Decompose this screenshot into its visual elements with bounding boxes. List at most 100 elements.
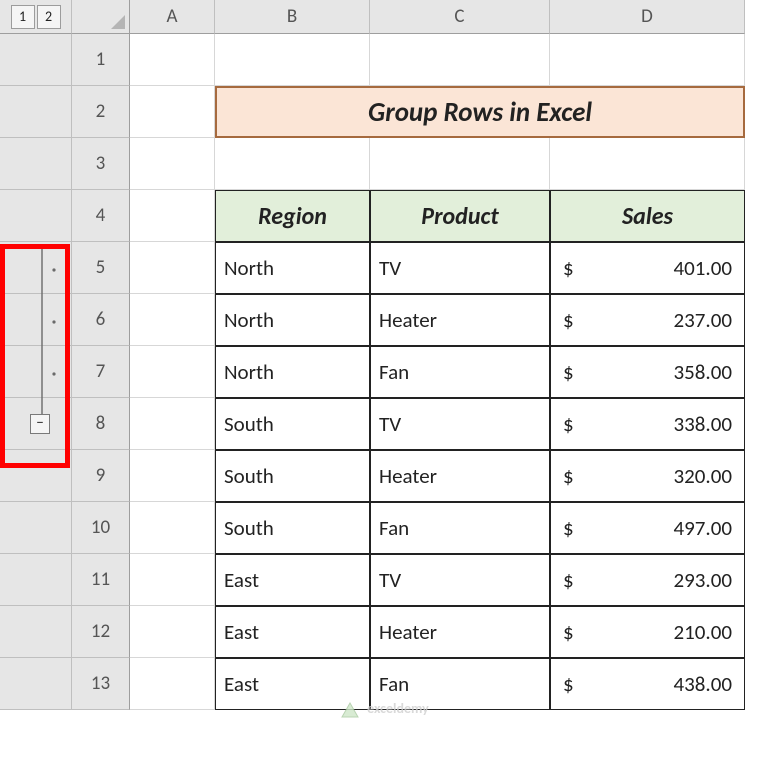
row-header-9[interactable]: 9 [72,450,130,502]
table-cell-product[interactable]: TV [370,398,550,450]
watermark-text: exceldemy [367,700,429,717]
outline-level-header: 1 2 [0,0,72,34]
table-cell-sales[interactable]: $210.00 [550,606,745,658]
table-cell-product[interactable]: Fan [370,346,550,398]
table-cell-sales[interactable]: $320.00 [550,450,745,502]
sales-value: 401.00 [673,255,732,281]
column-header-B[interactable]: B [215,0,370,34]
column-header-A[interactable]: A [130,0,215,34]
cell-D3[interactable] [550,138,745,190]
cell-C3[interactable] [370,138,550,190]
row-header-5[interactable]: 5 [72,242,130,294]
outline-gutter [0,190,72,242]
row-header-11[interactable]: 11 [72,554,130,606]
cell-A9[interactable] [130,450,215,502]
table-cell-product[interactable]: Heater [370,606,550,658]
cell-A4[interactable] [130,190,215,242]
currency-symbol: $ [563,255,574,281]
cell-A10[interactable] [130,502,215,554]
row-header-1[interactable]: 1 [72,34,130,86]
group-collapse-button[interactable]: − [30,414,50,434]
cell-B1[interactable] [215,34,370,86]
sales-value: 320.00 [673,463,732,489]
table-cell-region[interactable]: North [215,294,370,346]
cell-A5[interactable] [130,242,215,294]
sales-value: 210.00 [673,619,732,645]
cell-A12[interactable] [130,606,215,658]
table-cell-sales[interactable]: $401.00 [550,242,745,294]
cell-A3[interactable] [130,138,215,190]
table-header-region[interactable]: Region [215,190,370,242]
title-cell[interactable]: Group Rows in Excel [215,86,745,138]
table-cell-region[interactable]: South [215,450,370,502]
currency-symbol: $ [563,463,574,489]
cell-A1[interactable] [130,34,215,86]
row-header-2[interactable]: 2 [72,86,130,138]
table-cell-region[interactable]: North [215,346,370,398]
table-cell-product[interactable]: Fan [370,502,550,554]
sales-value: 497.00 [673,515,732,541]
row-header-8[interactable]: 8 [72,398,130,450]
outline-gutter [0,346,72,398]
outline-gutter [0,138,72,190]
outline-gutter [0,658,72,710]
table-cell-product[interactable]: Heater [370,450,550,502]
row-header-12[interactable]: 12 [72,606,130,658]
sales-value: 338.00 [673,411,732,437]
outline-gutter [0,242,72,294]
outline-gutter [0,450,72,502]
cell-A6[interactable] [130,294,215,346]
row-header-4[interactable]: 4 [72,190,130,242]
currency-symbol: $ [563,359,574,385]
table-cell-region[interactable]: North [215,242,370,294]
table-cell-product[interactable]: TV [370,554,550,606]
column-header-D[interactable]: D [550,0,745,34]
table-cell-sales[interactable]: $237.00 [550,294,745,346]
cell-A8[interactable] [130,398,215,450]
row-header-7[interactable]: 7 [72,346,130,398]
currency-symbol: $ [563,515,574,541]
currency-symbol: $ [563,411,574,437]
watermark-logo-icon [340,701,360,719]
table-cell-region[interactable]: East [215,606,370,658]
outline-gutter [0,606,72,658]
table-cell-sales[interactable]: $338.00 [550,398,745,450]
watermark: exceldemy [340,700,429,719]
currency-symbol: $ [563,671,574,697]
table-cell-sales[interactable]: $497.00 [550,502,745,554]
row-header-6[interactable]: 6 [72,294,130,346]
outline-gutter [0,86,72,138]
select-all-button[interactable] [72,0,130,34]
cell-C1[interactable] [370,34,550,86]
table-header-product[interactable]: Product [370,190,550,242]
outline-level-2-button[interactable]: 2 [37,5,61,29]
cell-A11[interactable] [130,554,215,606]
cell-B3[interactable] [215,138,370,190]
row-header-3[interactable]: 3 [72,138,130,190]
table-cell-sales[interactable]: $358.00 [550,346,745,398]
table-cell-product[interactable]: TV [370,242,550,294]
currency-symbol: $ [563,307,574,333]
table-cell-region[interactable]: East [215,554,370,606]
table-cell-sales[interactable]: $438.00 [550,658,745,710]
currency-symbol: $ [563,619,574,645]
cell-A2[interactable] [130,86,215,138]
table-cell-sales[interactable]: $293.00 [550,554,745,606]
table-header-sales[interactable]: Sales [550,190,745,242]
outline-gutter [0,554,72,606]
table-cell-product[interactable]: Heater [370,294,550,346]
currency-symbol: $ [563,567,574,593]
row-header-10[interactable]: 10 [72,502,130,554]
table-cell-region[interactable]: South [215,398,370,450]
outline-gutter [0,502,72,554]
outline-gutter [0,294,72,346]
spreadsheet-grid: 1 2 A B C D 1 2 Group Rows in Excel 3 4 … [0,0,768,710]
column-header-C[interactable]: C [370,0,550,34]
outline-level-1-button[interactable]: 1 [11,5,35,29]
cell-D1[interactable] [550,34,745,86]
sales-value: 438.00 [673,671,732,697]
table-cell-region[interactable]: South [215,502,370,554]
row-header-13[interactable]: 13 [72,658,130,710]
cell-A7[interactable] [130,346,215,398]
cell-A13[interactable] [130,658,215,710]
